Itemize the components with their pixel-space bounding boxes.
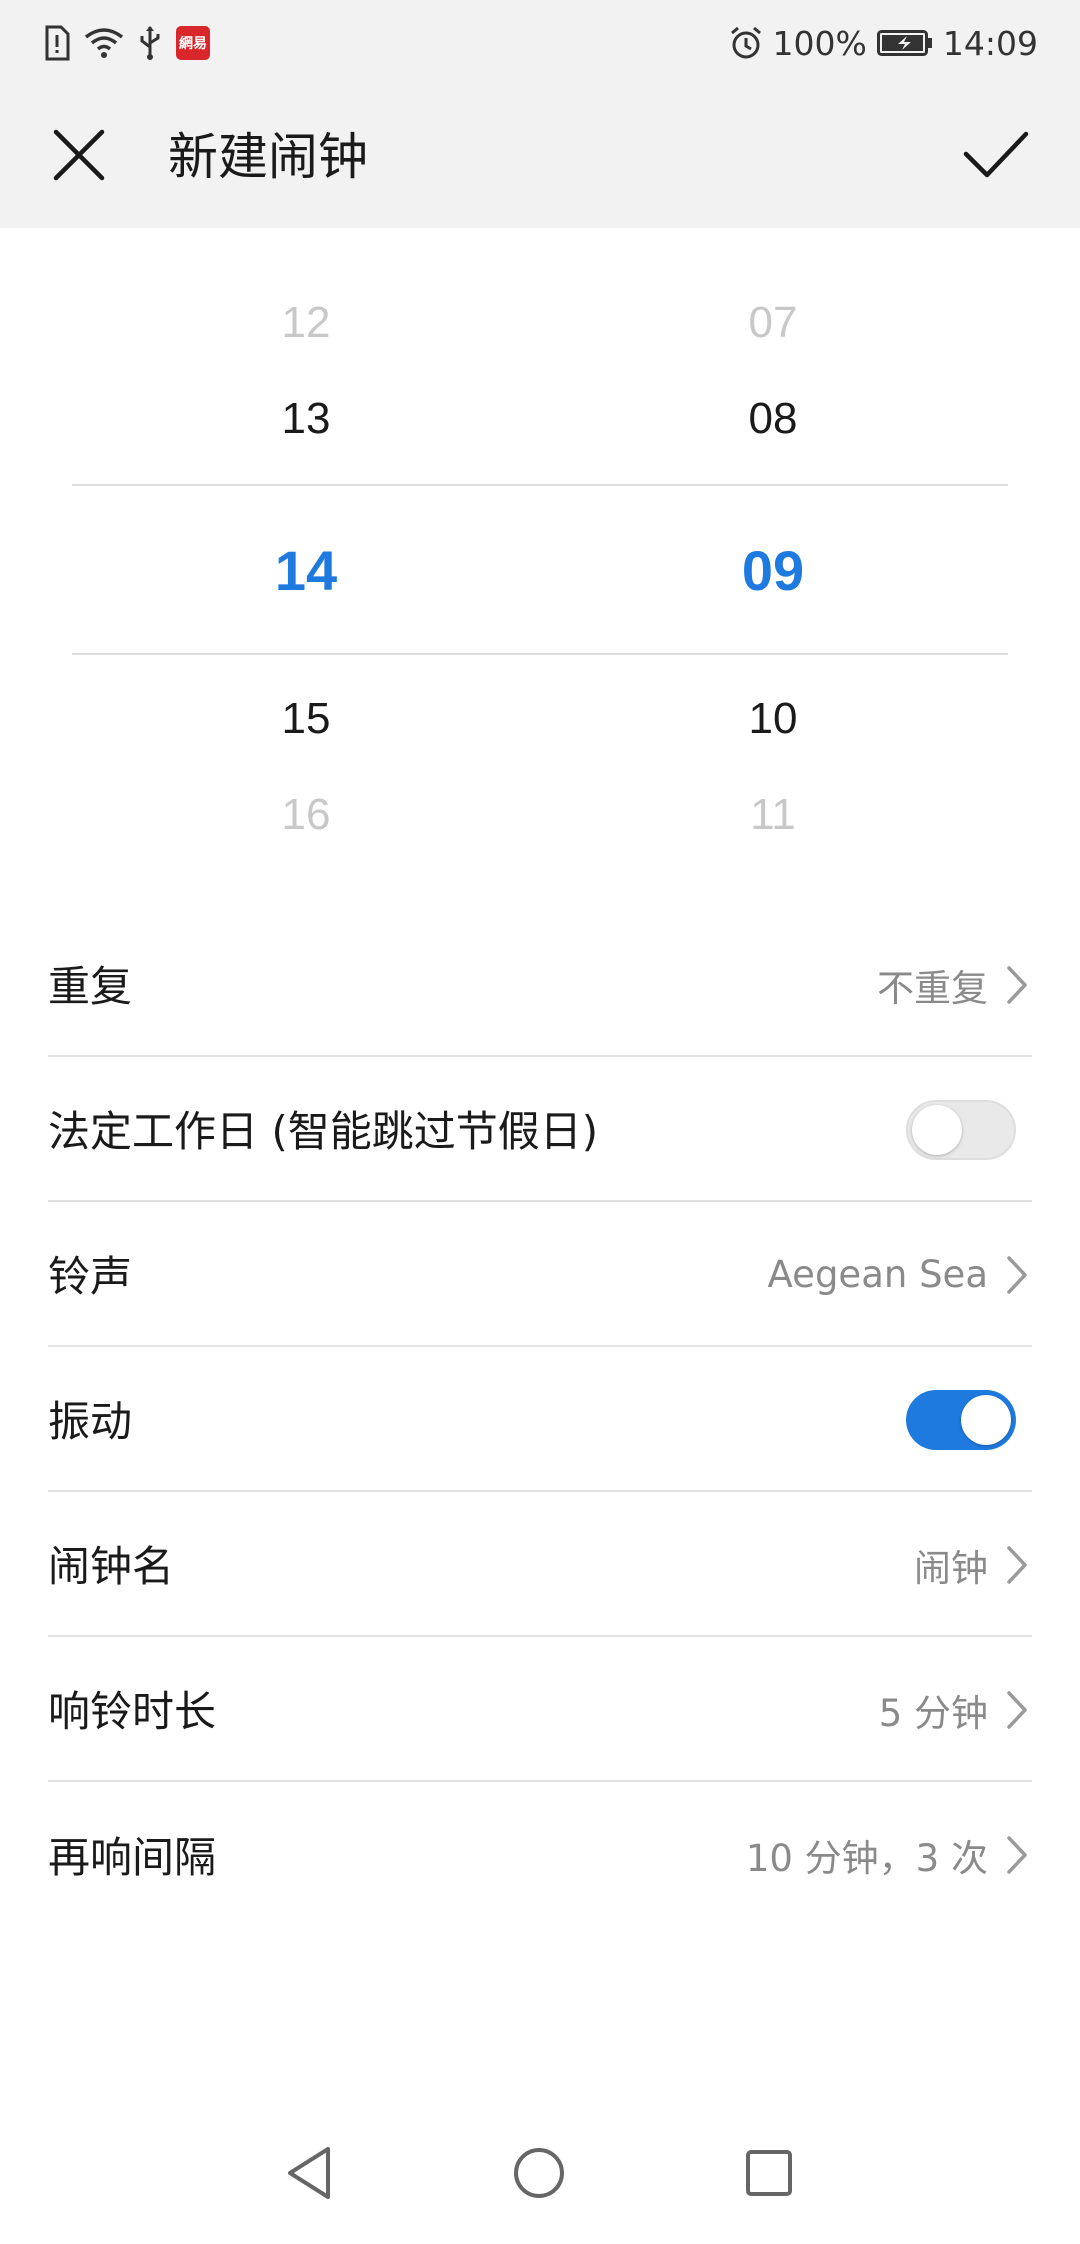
close-icon: [52, 128, 106, 186]
snooze-label: 再响间隔: [48, 1833, 217, 1882]
chevron-right-icon: [1002, 1543, 1032, 1587]
minute-option[interactable]: 11: [673, 790, 873, 840]
status-bar: 網易 100% 14:09: [0, 0, 1080, 86]
picker-divider-bottom: [72, 653, 1008, 655]
close-button[interactable]: [44, 122, 114, 192]
ring-duration-value-group: 5 分钟: [879, 1637, 1032, 1782]
chevron-right-icon: [1002, 1253, 1032, 1297]
triangle-back-icon: [284, 2145, 334, 2205]
repeat-value: 不重复: [877, 966, 988, 1010]
alarm-settings-list: 重复 不重复 法定工作日 (智能跳过节假日) 铃声 Aegean Sea 振动: [48, 912, 1032, 1927]
snooze-row[interactable]: 再响间隔 10 分钟，3 次: [48, 1782, 1032, 1927]
hour-option[interactable]: 16: [206, 790, 406, 840]
nav-back-button[interactable]: [274, 2140, 344, 2210]
minute-selected[interactable]: 09: [673, 538, 873, 603]
ring-duration-row[interactable]: 响铃时长 5 分钟: [48, 1637, 1032, 1782]
alarm-name-row[interactable]: 闹钟名 闹钟: [48, 1492, 1032, 1637]
alarm-name-value: 闹钟: [914, 1546, 988, 1590]
chevron-right-icon: [1002, 1688, 1032, 1732]
check-icon: [963, 130, 1029, 184]
picker-divider-top: [72, 484, 1008, 486]
netease-app-icon: 網易: [176, 26, 210, 60]
minute-option[interactable]: 07: [673, 298, 873, 348]
clock-time: 14:09: [942, 23, 1038, 63]
chevron-right-icon: [1002, 963, 1032, 1007]
hour-wheel[interactable]: 12 13 14 15 16: [206, 228, 406, 868]
toggle-knob: [912, 1104, 962, 1155]
hour-option[interactable]: 15: [206, 694, 406, 744]
workday-label: 法定工作日 (智能跳过节假日): [48, 1107, 599, 1156]
hour-selected[interactable]: 14: [206, 538, 406, 603]
hour-option[interactable]: 12: [206, 298, 406, 348]
vibrate-toggle[interactable]: [906, 1389, 1016, 1450]
workday-toggle[interactable]: [906, 1099, 1016, 1160]
repeat-value-group: 不重复: [877, 912, 1032, 1057]
status-right: 100% 14:09: [729, 22, 1038, 64]
nav-home-button[interactable]: [504, 2140, 574, 2210]
square-recent-icon: [745, 2149, 793, 2201]
workday-row: 法定工作日 (智能跳过节假日): [48, 1057, 1032, 1202]
system-nav-bar: [0, 2104, 1080, 2244]
wifi-icon: [84, 27, 124, 59]
minute-option[interactable]: 10: [673, 694, 873, 744]
chevron-right-icon: [1002, 1833, 1032, 1877]
snooze-value: 10 分钟，3 次: [745, 1836, 988, 1880]
ringtone-row[interactable]: 铃声 Aegean Sea: [48, 1202, 1032, 1347]
vibrate-toggle-group: [906, 1347, 1032, 1492]
repeat-label: 重复: [48, 962, 133, 1011]
page-title: 新建闹钟: [168, 128, 368, 186]
circle-home-icon: [512, 2146, 566, 2204]
repeat-row[interactable]: 重复 不重复: [48, 912, 1032, 1057]
vibrate-label: 振动: [48, 1397, 133, 1446]
ring-duration-value: 5 分钟: [878, 1691, 988, 1735]
minute-option[interactable]: 08: [673, 394, 873, 444]
app-bar: 新建闹钟: [0, 86, 1080, 228]
hour-option[interactable]: 13: [206, 394, 406, 444]
nav-recent-button[interactable]: [734, 2140, 804, 2210]
ringtone-label: 铃声: [48, 1252, 133, 1301]
snooze-value-group: 10 分钟，3 次: [746, 1782, 1032, 1927]
alarm-icon: [729, 26, 763, 60]
battery-percent: 100%: [772, 23, 867, 63]
sim-alert-icon: [44, 25, 70, 61]
ring-duration-label: 响铃时长: [48, 1687, 217, 1736]
workday-toggle-group: [906, 1057, 1032, 1202]
minute-wheel[interactable]: 07 08 09 10 11: [673, 228, 873, 868]
ringtone-value-group: Aegean Sea: [768, 1202, 1032, 1347]
ringtone-value: Aegean Sea: [767, 1253, 988, 1296]
usb-icon: [138, 25, 162, 61]
confirm-button[interactable]: [956, 122, 1036, 192]
battery-charging-icon: [876, 29, 933, 57]
alarm-name-label: 闹钟名: [48, 1542, 175, 1591]
time-picker: 12 13 14 15 16 07 08 09 10 11: [0, 228, 1080, 868]
status-left: 網易: [44, 22, 210, 64]
vibrate-row: 振动: [48, 1347, 1032, 1492]
toggle-knob: [961, 1394, 1011, 1445]
alarm-name-value-group: 闹钟: [914, 1492, 1032, 1637]
